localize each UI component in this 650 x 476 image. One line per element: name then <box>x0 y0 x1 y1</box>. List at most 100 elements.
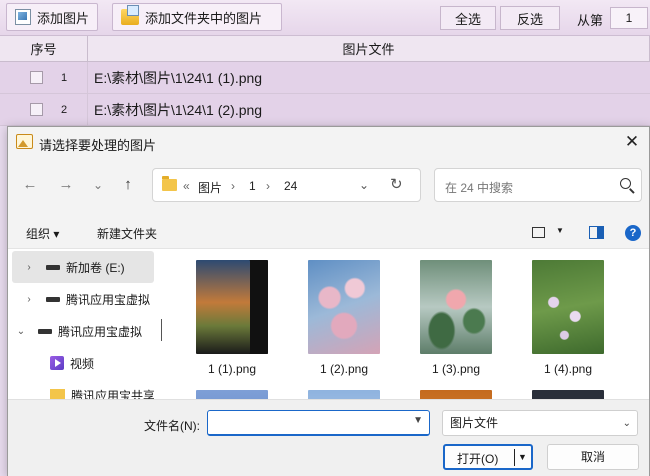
preview-pane-icon[interactable] <box>589 226 604 239</box>
image-thumbnail <box>420 390 492 399</box>
open-button[interactable]: 打开(O) ▼ <box>443 444 533 470</box>
close-icon[interactable]: ✕ <box>621 131 643 153</box>
open-button-label: 打开(O) <box>457 452 499 466</box>
file-item[interactable]: 1 (3).png <box>394 249 494 376</box>
filename-input[interactable]: ▼ <box>207 410 430 436</box>
search-placeholder: 在 24 中搜索 <box>445 181 514 195</box>
breadcrumb-item[interactable]: 1 <box>249 179 256 193</box>
image-table: 序号 图片文件 1 E:\素材\图片\1\24\1 (1).png 2 E:\素… <box>0 36 650 126</box>
row-file-path: E:\素材\图片\1\24\1 (2).png <box>94 101 263 118</box>
file-item[interactable]: 1 (2).png <box>282 249 382 376</box>
file-item[interactable] <box>170 379 270 399</box>
select-all-button[interactable]: 全选 <box>440 6 496 30</box>
file-name: 1 (1).png <box>207 362 257 376</box>
breadcrumb-item[interactable]: 24 <box>284 179 297 193</box>
chevron-down-icon[interactable]: ▼ <box>413 415 423 426</box>
expand-chevron-icon[interactable]: › <box>22 262 36 273</box>
file-name: 1 (4).png <box>543 362 593 376</box>
file-name: 1 (3).png <box>431 362 481 376</box>
drive-icon <box>46 264 60 270</box>
open-options-chevron-icon[interactable]: ▼ <box>518 452 527 462</box>
nav-item-label: 腾讯应用宝虚拟 <box>58 324 143 339</box>
add-image-label: 添加图片 <box>36 10 89 26</box>
collapse-chevron-icon[interactable]: ⌄ <box>14 326 28 337</box>
dialog-title: 请选择要处理的图片 <box>39 138 157 153</box>
expand-chevron-icon[interactable]: › <box>22 294 36 305</box>
app-toolbar: 添加图片 添加文件夹中的图片 全选 反选 从第 1 <box>0 0 650 36</box>
file-item[interactable] <box>282 379 382 399</box>
column-header-index: 序号 <box>0 36 88 61</box>
chevron-down-icon: ⌄ <box>622 418 631 429</box>
row-checkbox[interactable] <box>30 103 43 116</box>
file-type-value: 图片文件 <box>450 416 499 430</box>
nav-item-videos[interactable]: 视频 <box>12 347 154 379</box>
refresh-icon[interactable]: ↻ <box>390 175 403 193</box>
breadcrumb-separator-icon: › <box>266 179 270 193</box>
up-arrow-icon[interactable]: ↑ <box>118 175 138 195</box>
video-icon <box>50 356 64 370</box>
column-header-file: 图片文件 <box>88 36 650 61</box>
row-checkbox[interactable] <box>30 71 43 84</box>
from-index-input[interactable]: 1 <box>610 7 648 29</box>
new-folder-button[interactable]: 新建文件夹 <box>97 225 157 242</box>
help-icon[interactable]: ? <box>625 225 641 241</box>
file-name: 1 (2).png <box>319 362 369 376</box>
cancel-button[interactable]: 取消 <box>547 444 639 470</box>
folder-icon <box>162 176 177 191</box>
image-thumbnail <box>308 260 380 354</box>
nav-item-tencent-virtual-drive[interactable]: › 腾讯应用宝虚拟 <box>12 283 154 315</box>
image-thumbnail <box>196 260 268 354</box>
table-row[interactable]: 1 E:\素材\图片\1\24\1 (1).png <box>0 62 650 94</box>
address-dropdown-icon[interactable]: ⌄ <box>359 178 369 192</box>
nav-item-label: 新加卷 (E:) <box>66 260 125 275</box>
overflow-crumbs-icon[interactable]: « <box>183 179 190 193</box>
nav-item-label: 视频 <box>70 356 95 371</box>
image-thumbnail <box>532 260 604 354</box>
forward-arrow-icon[interactable]: → <box>56 175 76 195</box>
file-item[interactable]: 1 (1).png <box>170 249 270 376</box>
breadcrumb-item[interactable]: 图片 <box>198 179 222 196</box>
row-number: 1 <box>61 71 68 84</box>
image-thumbnail <box>308 390 380 399</box>
add-image-icon <box>15 9 31 25</box>
image-thumbnail <box>420 260 492 354</box>
folder-image-icon <box>121 5 139 25</box>
navigation-bar: ← → ⌄ ↑ « 图片 › 1 › 24 ⌄ ↻ 在 24 中搜索 <box>8 157 649 217</box>
add-image-button[interactable]: 添加图片 <box>6 3 98 31</box>
drive-icon <box>38 328 52 334</box>
drive-icon <box>46 296 60 302</box>
search-input[interactable]: 在 24 中搜索 <box>434 168 642 202</box>
image-app-icon <box>16 134 33 149</box>
recent-locations-chevron-icon[interactable]: ⌄ <box>88 175 108 195</box>
organize-menu[interactable]: 组织 ▾ <box>26 225 59 242</box>
breadcrumb-separator-icon: › <box>231 179 235 193</box>
file-item[interactable]: 1 (4).png <box>506 249 606 376</box>
folder-icon <box>50 389 65 399</box>
table-header: 序号 图片文件 <box>0 36 650 62</box>
nav-item-tencent-virtual-drive-expanded[interactable]: ⌄ 腾讯应用宝虚拟 <box>12 315 154 347</box>
nav-item-drive-e[interactable]: › 新加卷 (E:) <box>12 251 154 283</box>
table-row[interactable]: 2 E:\素材\图片\1\24\1 (2).png <box>0 94 650 126</box>
view-options-chevron-icon[interactable]: ▼ <box>556 226 564 235</box>
dialog-footer: 文件名(N): ▼ 图片文件 ⌄ 打开(O) ▼ 取消 <box>8 399 649 476</box>
address-bar[interactable]: « 图片 › 1 › 24 ⌄ ↻ <box>152 168 421 202</box>
file-type-select[interactable]: 图片文件 ⌄ <box>442 410 638 436</box>
row-number: 2 <box>61 103 68 116</box>
nav-item-tencent-shared[interactable]: 腾讯应用宝共享 <box>12 379 154 399</box>
back-arrow-icon[interactable]: ← <box>20 175 40 195</box>
file-item[interactable] <box>394 379 494 399</box>
row-file-path: E:\素材\图片\1\24\1 (1).png <box>94 69 263 86</box>
invert-selection-button[interactable]: 反选 <box>500 6 560 30</box>
nav-item-label: 腾讯应用宝虚拟 <box>66 292 151 307</box>
open-file-dialog: 请选择要处理的图片 ✕ ← → ⌄ ↑ « 图片 › 1 › 24 ⌄ ↻ 在 … <box>7 126 650 476</box>
file-item[interactable] <box>506 379 606 399</box>
view-mode-icon[interactable] <box>532 227 545 238</box>
dialog-titlebar: 请选择要处理的图片 ✕ <box>8 127 649 157</box>
nav-item-label: 腾讯应用宝共享 <box>71 388 154 400</box>
nav-pane-scrollbar[interactable] <box>161 319 162 341</box>
split-divider <box>514 449 515 466</box>
search-icon[interactable] <box>620 178 631 189</box>
add-folder-button[interactable]: 添加文件夹中的图片 <box>112 3 282 31</box>
row-index-cell: 2 <box>0 94 88 125</box>
file-list: 1 (1).png 1 (2).png 1 (3).png 1 (4).png <box>170 249 642 399</box>
